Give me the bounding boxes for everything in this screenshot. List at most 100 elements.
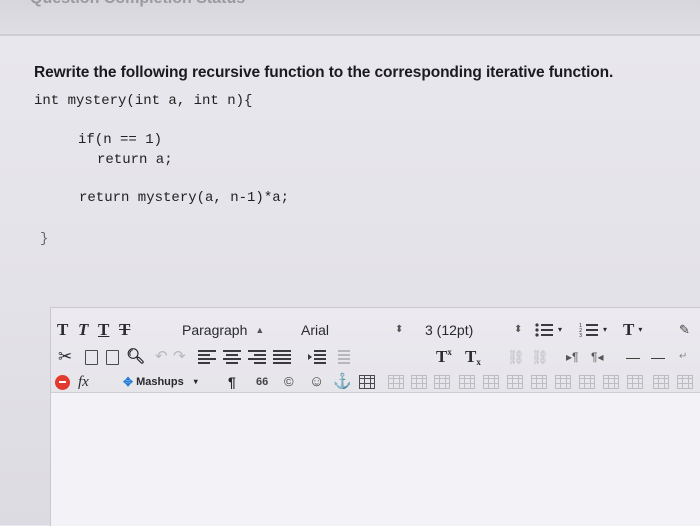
paste-icon: [106, 349, 119, 365]
chevron-down-icon: ▾: [558, 325, 563, 334]
table-delete-row-button[interactable]: [434, 369, 450, 395]
bullet-list-button[interactable]: ▾: [534, 317, 562, 343]
paste-button[interactable]: [106, 344, 119, 370]
rich-text-editor[interactable]: T T T T Paragraph ▲ Arial ⬍ 3 (12pt) ⬍ ▾…: [50, 307, 700, 526]
outdent-button[interactable]: [332, 344, 350, 370]
code-line-1: int mystery(int a, int n){: [34, 93, 253, 109]
remove-button[interactable]: [55, 369, 70, 395]
table-row-before-icon: [388, 375, 404, 389]
remove-circle-icon: [55, 374, 70, 390]
header-strip: Question Completion Status: [0, 0, 700, 34]
table-row-before-button[interactable]: [388, 369, 404, 395]
emoticon-icon[interactable]: ☺: [309, 369, 324, 395]
table-merge-icon: [531, 375, 547, 389]
align-left-icon: [198, 350, 216, 364]
size-select-chevron-icon[interactable]: ⬍: [514, 317, 522, 343]
table-row-after-icon: [411, 375, 427, 389]
cut-icon[interactable]: ✂: [58, 344, 72, 370]
toolbar-row-3: fx ✥ Mashups ▾ ¶ 66 © ☺ ⚓: [51, 369, 700, 395]
copyright-icon[interactable]: ©: [284, 369, 294, 395]
question-prompt: Rewrite the following recursive function…: [34, 64, 614, 81]
insert-table-button[interactable]: [359, 369, 375, 395]
more-icon[interactable]: ↵: [679, 344, 687, 370]
text-color-button[interactable]: T ▾: [623, 317, 642, 343]
table-extra-icon: [677, 375, 693, 389]
table-col-after-button[interactable]: [483, 369, 499, 395]
text-color-icon: T: [623, 320, 635, 339]
code-line-2: if(n == 1): [78, 132, 163, 148]
bold-button[interactable]: T: [57, 317, 68, 343]
superscript-mark: x: [447, 347, 452, 357]
unlink-icon[interactable]: ⛓: [531, 344, 549, 370]
header-divider: [0, 34, 700, 36]
table-col-before-button[interactable]: [459, 369, 475, 395]
font-select-chevron-icon[interactable]: ⬍: [395, 317, 403, 343]
superscript-button[interactable]: Tx: [436, 344, 452, 370]
align-center-button[interactable]: [223, 344, 241, 370]
highlight-icon[interactable]: ✎: [679, 317, 690, 343]
table-row-props-button[interactable]: [627, 369, 643, 395]
table-row-after-button[interactable]: [411, 369, 427, 395]
toolbar-row-2: ✂ 🔍︎ ↶ ↷ Tx Tx ⛓ ⛓ ▸¶ ¶◂ — — ↵: [51, 344, 700, 370]
formula-icon[interactable]: fx: [78, 369, 89, 395]
superscript-icon: T: [436, 347, 448, 366]
copy-button[interactable]: [85, 344, 98, 370]
align-center-icon: [223, 350, 241, 364]
paragraph-select-label: Paragraph: [182, 322, 248, 338]
align-left-button[interactable]: [198, 344, 216, 370]
table-delete-icon: [653, 375, 669, 389]
table-split-icon: [555, 375, 571, 389]
chevron-down-icon: ▾: [638, 325, 643, 334]
mashups-button[interactable]: ✥ Mashups ▾: [123, 369, 198, 395]
align-right-button[interactable]: [248, 344, 266, 370]
indent-icon: [308, 350, 326, 364]
header-title: Question Completion Status: [30, 0, 245, 8]
svg-text:3: 3: [579, 333, 582, 338]
table-delete-button[interactable]: [653, 369, 669, 395]
code-line-4: return mystery(a, n-1)*a;: [79, 190, 290, 206]
subscript-button[interactable]: Tx: [465, 344, 481, 370]
indent-button[interactable]: [308, 344, 326, 370]
font-select[interactable]: Arial: [301, 317, 329, 343]
code-line-5: }: [40, 231, 49, 247]
numbered-list-button[interactable]: 1 2 3 ▾: [579, 317, 607, 343]
editor-text-area[interactable]: [51, 393, 700, 526]
chevron-down-icon: ▾: [603, 325, 608, 334]
paragraph-mark-icon[interactable]: ¶: [228, 369, 236, 395]
align-justify-button[interactable]: [273, 344, 291, 370]
numbered-list-icon: 1 2 3: [579, 323, 598, 338]
ltr-icon[interactable]: ▸¶: [566, 344, 578, 370]
table-delete-col-icon: [507, 375, 523, 389]
chevron-down-icon: ▾: [193, 377, 198, 386]
paragraph-select[interactable]: Paragraph ▲: [182, 317, 264, 343]
undo-icon[interactable]: ↶: [155, 344, 168, 370]
find-icon[interactable]: 🔍︎: [126, 344, 145, 370]
outdent-icon: [338, 350, 350, 364]
blockquote-icon[interactable]: 66: [256, 369, 268, 395]
horizontal-rule-icon[interactable]: —: [626, 344, 640, 370]
redo-icon[interactable]: ↷: [173, 344, 186, 370]
mashups-icon: ✥: [123, 375, 134, 389]
strikethrough-button[interactable]: T: [119, 317, 130, 343]
italic-button[interactable]: T: [78, 317, 88, 343]
table-delete-col-button[interactable]: [507, 369, 523, 395]
table-extra-button[interactable]: [677, 369, 693, 395]
table-delete-row-icon: [434, 375, 450, 389]
table-merge-button[interactable]: [531, 369, 547, 395]
table-row-props-icon: [627, 375, 643, 389]
table-col-after-icon: [483, 375, 499, 389]
align-justify-icon: [273, 350, 291, 364]
anchor-icon[interactable]: ⚓: [333, 369, 352, 395]
table-split-button[interactable]: [555, 369, 571, 395]
nonbreaking-space-icon[interactable]: —: [651, 344, 665, 370]
link-icon[interactable]: ⛓: [507, 344, 525, 370]
table-cell-props-button[interactable]: [603, 369, 619, 395]
code-line-3: return a;: [97, 152, 173, 168]
font-select-label: Arial: [301, 322, 330, 338]
underline-button[interactable]: T: [98, 317, 109, 343]
rtl-icon[interactable]: ¶◂: [591, 344, 603, 370]
table-cell-props-icon: [603, 375, 619, 389]
subscript-icon: T: [465, 347, 477, 366]
copy-icon: [85, 349, 98, 365]
table-props-button[interactable]: [579, 369, 595, 395]
